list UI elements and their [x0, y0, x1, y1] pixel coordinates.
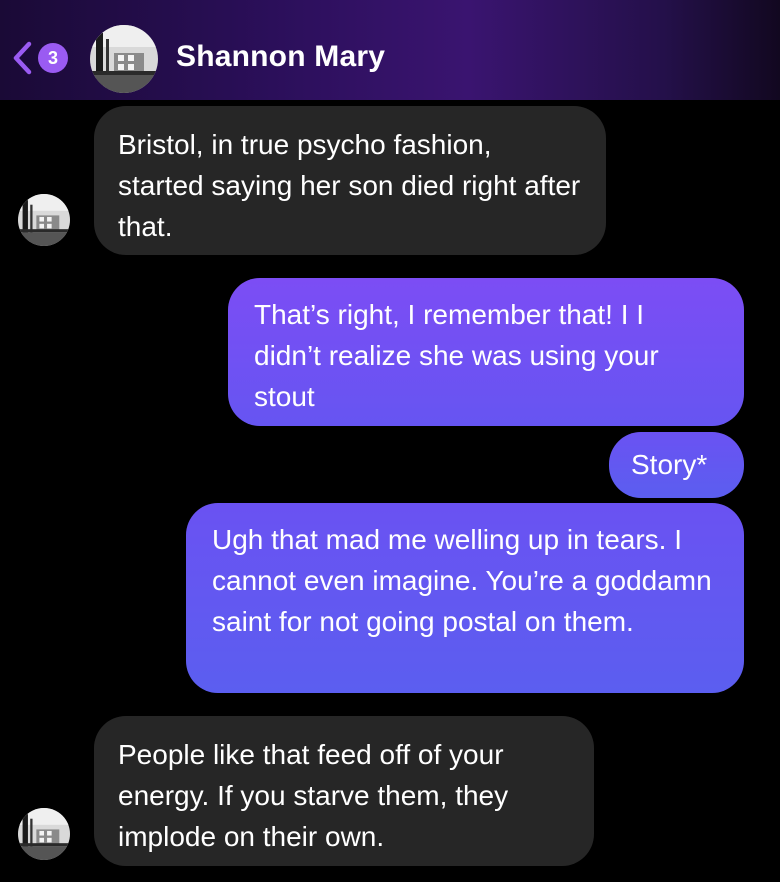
contact-name[interactable]: Shannon Mary — [176, 40, 385, 74]
avatar-image — [90, 25, 158, 93]
avatar-image — [18, 194, 70, 246]
message-bubble-incoming[interactable]: Bristol, in true psycho fashion, started… — [94, 106, 606, 255]
message-text: Story* — [631, 449, 708, 480]
back-button[interactable]: 3 — [10, 40, 74, 76]
message-bubble-outgoing[interactable]: That’s right, I remember that! I I didn’… — [228, 278, 744, 426]
avatar-image — [18, 808, 70, 860]
sender-avatar[interactable] — [18, 808, 70, 860]
unread-count-badge: 3 — [38, 43, 68, 73]
message-bubble-outgoing[interactable]: Ugh that mad me welling up in tears. I c… — [186, 503, 744, 693]
chevron-left-icon — [13, 41, 32, 75]
message-text: Ugh that mad me welling up in tears. I c… — [212, 524, 712, 637]
message-text: That’s right, I remember that! I I didn’… — [254, 299, 659, 412]
message-bubble-incoming[interactable]: People like that feed off of your energy… — [94, 716, 594, 866]
chat-header: 3 Shannon Mary — [0, 0, 780, 100]
contact-avatar[interactable] — [90, 25, 158, 93]
message-bubble-outgoing[interactable]: Story* — [609, 432, 744, 498]
message-text: Bristol, in true psycho fashion, started… — [118, 129, 581, 242]
message-text: People like that feed off of your energy… — [118, 739, 509, 852]
sender-avatar[interactable] — [18, 194, 70, 246]
